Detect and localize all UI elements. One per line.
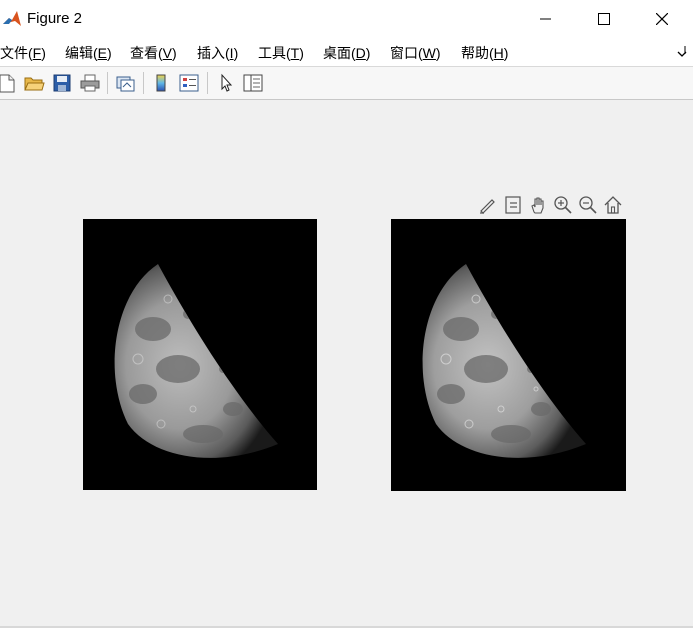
close-button[interactable]	[633, 0, 691, 38]
figure-toolbar	[0, 67, 693, 100]
menu-help[interactable]: 帮助(H)	[461, 43, 508, 63]
toolbar-separator	[207, 72, 208, 94]
property-inspector-icon[interactable]	[242, 73, 264, 93]
brush-icon[interactable]	[478, 195, 498, 215]
toolbar-separator	[107, 72, 108, 94]
toolbar-separator	[143, 72, 144, 94]
moon-photo	[83, 219, 317, 490]
minimize-icon	[540, 18, 551, 20]
menu-edit[interactable]: 编辑(E)	[65, 43, 112, 63]
open-file-icon[interactable]	[23, 73, 45, 93]
select-arrow-icon[interactable]	[216, 73, 238, 93]
menu-insert[interactable]: 插入(I)	[197, 43, 238, 63]
zoom-in-icon[interactable]	[553, 195, 573, 215]
menu-desktop[interactable]: 桌面(D)	[323, 43, 370, 63]
matlab-logo-icon	[2, 9, 22, 29]
data-tips-icon[interactable]	[503, 195, 523, 215]
new-figure-icon[interactable]	[0, 73, 18, 93]
title-bar: Figure 2	[0, 0, 693, 38]
menu-file[interactable]: 文件(F)	[0, 43, 46, 63]
menu-tools[interactable]: 工具(T)	[258, 43, 304, 63]
moon-photo	[391, 219, 626, 491]
menu-bar: 文件(F) 编辑(E) 查看(V) 插入(I) 工具(T) 桌面(D) 窗口(W…	[0, 38, 693, 67]
menu-overflow-icon[interactable]	[677, 44, 687, 58]
minimize-button[interactable]	[517, 0, 575, 38]
legend-icon[interactable]	[178, 73, 200, 93]
menu-window[interactable]: 窗口(W)	[390, 43, 441, 63]
zoom-out-icon[interactable]	[578, 195, 598, 215]
colorbar-icon[interactable]	[150, 73, 172, 93]
menu-view[interactable]: 查看(V)	[130, 43, 177, 63]
window-title: Figure 2	[27, 10, 83, 27]
pan-hand-icon[interactable]	[528, 195, 548, 215]
link-figure-icon[interactable]	[114, 73, 136, 93]
save-icon[interactable]	[51, 73, 73, 93]
moon-image-left	[83, 219, 317, 490]
maximize-button[interactable]	[575, 0, 633, 38]
maximize-icon	[598, 13, 610, 25]
moon-image-right	[391, 219, 626, 491]
close-icon	[656, 13, 668, 25]
home-icon[interactable]	[603, 195, 623, 215]
print-icon[interactable]	[79, 73, 101, 93]
